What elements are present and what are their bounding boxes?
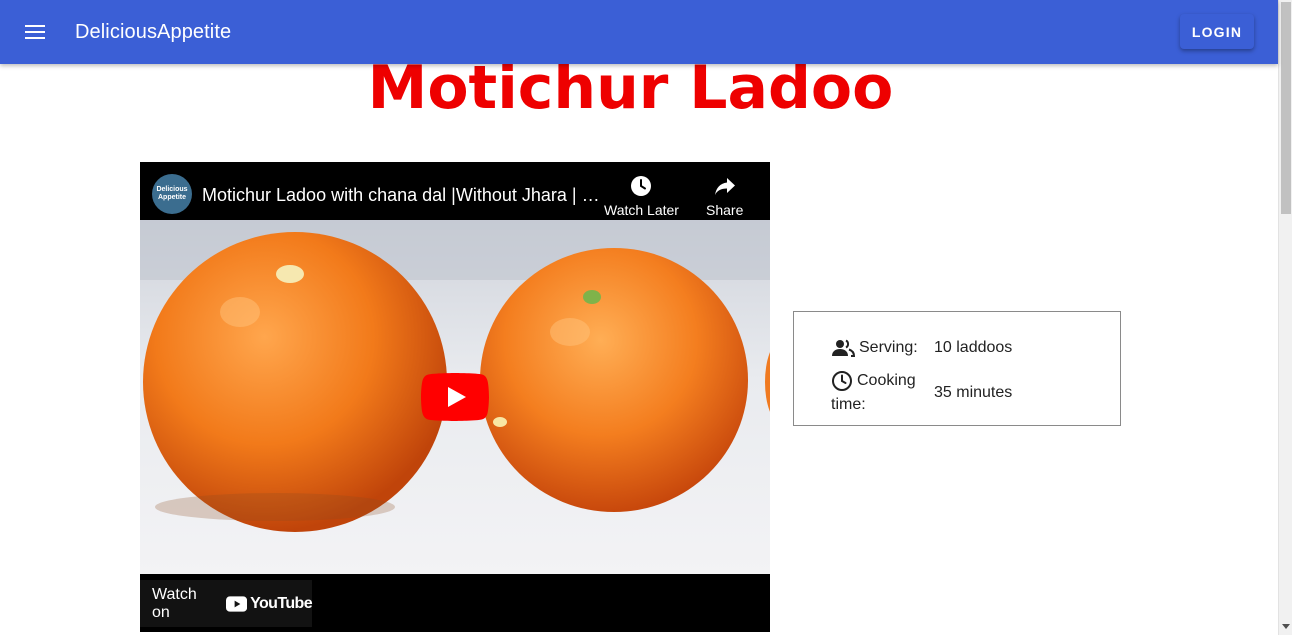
channel-avatar-line2: Appetite: [158, 194, 186, 201]
youtube-label: YouTube: [250, 594, 312, 612]
scrollbar-thumb[interactable]: [1281, 2, 1291, 214]
channel-avatar[interactable]: Delicious Appetite: [152, 174, 192, 214]
share-icon: [714, 178, 735, 195]
video-header: Delicious Appetite Motichur Ladoo with c…: [140, 162, 770, 220]
people-icon: [832, 339, 855, 357]
cooking-time-value: 35 minutes: [934, 384, 1013, 401]
app-bar: DeliciousAppetite LOGIN: [0, 0, 1278, 64]
watch-later-button[interactable]: Watch Later: [604, 174, 679, 218]
watch-on-label: Watch on: [152, 585, 197, 621]
clock-outline-icon: [832, 370, 852, 391]
recipe-info-box: Serving: 10 laddoos Cooking time: 35 min…: [793, 311, 1121, 426]
watch-on-youtube-button[interactable]: Watch on YouTube: [140, 580, 313, 627]
cooking-label-line2: time:: [831, 396, 866, 413]
serving-value: 10 laddoos: [934, 339, 1013, 356]
scroll-down-arrow-icon[interactable]: [1281, 621, 1291, 633]
clock-icon: [631, 176, 652, 196]
page-scrollbar[interactable]: [1278, 0, 1292, 635]
share-button[interactable]: Share: [706, 174, 743, 218]
channel-avatar-line1: Delicious: [156, 186, 188, 193]
app-title[interactable]: DeliciousAppetite: [75, 20, 231, 44]
youtube-logo-icon: [226, 595, 248, 612]
cooking-label-line1: Cooking: [857, 372, 916, 389]
cooking-time-label-row: Cooking time:: [831, 369, 916, 417]
video-title[interactable]: Motichur Ladoo with chana dal |Without J…: [202, 184, 602, 206]
menu-button[interactable]: [20, 20, 50, 44]
login-button[interactable]: LOGIN: [1180, 14, 1254, 49]
serving-label: Serving:: [859, 339, 918, 356]
video-player[interactable]: Delicious Appetite Motichur Ladoo with c…: [140, 162, 770, 632]
play-button-icon[interactable]: [421, 373, 489, 421]
serving-label-row: Serving:: [831, 336, 918, 360]
share-label: Share: [706, 202, 744, 218]
menu-icon: [25, 25, 45, 39]
watch-later-label: Watch Later: [604, 202, 679, 218]
